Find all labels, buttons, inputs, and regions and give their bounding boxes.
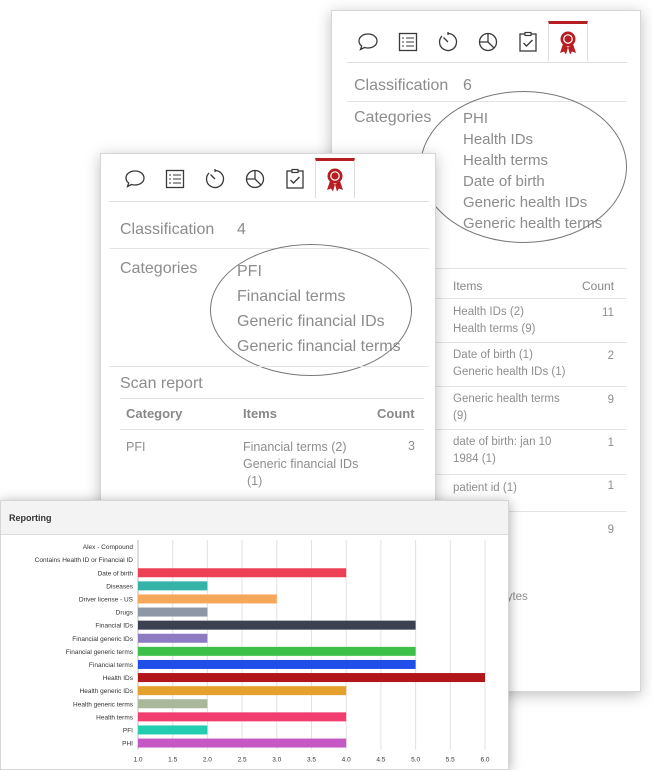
- bar: [138, 686, 347, 696]
- front-classification-panel: Classification 4 Categories PFI Financia…: [100, 153, 436, 515]
- bar: [138, 712, 347, 722]
- x-tick-label: 3.0: [272, 757, 281, 764]
- y-tick-label: PFI: [123, 727, 133, 734]
- y-tick-label: Alex - Compound: [83, 544, 134, 551]
- y-tick-label: Drugs: [116, 610, 134, 617]
- reporting-title: Reporting: [9, 513, 52, 523]
- comment-icon: [124, 169, 146, 189]
- y-tick-label: Contains Health ID or Financial ID: [35, 557, 134, 564]
- bar-chart: 1.0 1.5 2.0 2.5 3.0 3.5 4.0 4.5 5.0 5.5 6.0 Alex - …: [35, 540, 490, 764]
- items-header: Items: [243, 406, 277, 421]
- pie-chart-icon: [244, 168, 266, 190]
- bar: [138, 646, 416, 656]
- reporting-panel: Reporting 1.0 1.5 2.0 2.5 3.0 3.5 4.0 4.5 5.0 5.5…: [0, 500, 509, 770]
- y-tick-label: PHI: [122, 741, 133, 748]
- bar: [138, 594, 277, 604]
- tab-comment[interactable]: [115, 160, 155, 198]
- x-tick-label: 5.0: [411, 757, 420, 764]
- y-tick-label: Health generic IDs: [80, 688, 134, 695]
- back-tab-bar: [348, 21, 588, 61]
- classification-value: 4: [237, 221, 246, 238]
- bar: [138, 633, 208, 643]
- y-tick-label: Diseases: [106, 583, 133, 590]
- y-tick-label: Financial generic terms: [66, 649, 134, 656]
- bar: [138, 699, 208, 709]
- bar: [138, 568, 347, 578]
- reporting-header: [1, 501, 508, 535]
- y-tick-label: Financial terms: [89, 662, 134, 669]
- table-row: Health IDs (2) Health terms (9): [453, 306, 536, 335]
- bar: [138, 620, 416, 630]
- bar: [138, 725, 208, 735]
- y-tick-label: Financial generic IDs: [72, 636, 133, 643]
- timer-icon: [437, 31, 459, 53]
- x-tick-label: 2.0: [203, 757, 212, 764]
- award-ribbon-icon: [324, 167, 346, 193]
- x-tick-label: 4.5: [376, 757, 385, 764]
- items-header: Items: [453, 279, 483, 293]
- classification-label: Classification: [354, 77, 449, 94]
- x-tick-label: 6.0: [480, 757, 489, 764]
- list-icon: [165, 169, 185, 189]
- timer-icon: [204, 168, 226, 190]
- tab-clipboard-check[interactable]: [508, 23, 548, 61]
- bar: [138, 581, 208, 591]
- count-header: Count: [377, 406, 415, 421]
- categories-label: Categories: [120, 260, 198, 277]
- tab-comment[interactable]: [348, 23, 388, 61]
- table-row: Generic health terms (9): [453, 393, 560, 422]
- scan-report-label: Scan report: [120, 375, 203, 392]
- highlight-ellipse: [420, 91, 627, 243]
- classification-label: Classification: [120, 221, 215, 238]
- x-tick-label: 5.5: [446, 757, 455, 764]
- bar: [138, 607, 208, 617]
- tab-clipboard-check[interactable]: [275, 160, 315, 198]
- classification-value: 6: [463, 77, 472, 94]
- y-tick-label: Date of birth: [98, 570, 134, 577]
- x-tick-label: 1.0: [133, 757, 142, 764]
- tab-award-ribbon[interactable]: [315, 158, 355, 198]
- x-tick-label: 3.5: [307, 757, 316, 764]
- table-row: patient id (1): [453, 482, 517, 494]
- table-cell-category: PFI: [126, 440, 146, 454]
- y-tick-label: Financial IDs: [95, 623, 133, 630]
- clipboard-check-icon: [518, 31, 538, 53]
- bar: [138, 738, 347, 748]
- list-icon: [398, 32, 418, 52]
- x-tick-label: 1.5: [168, 757, 177, 764]
- y-tick-label: Health IDs: [103, 675, 134, 682]
- tab-pie-chart[interactable]: [235, 160, 275, 198]
- bar: [138, 659, 416, 669]
- clipboard-check-icon: [285, 168, 305, 190]
- comment-icon: [357, 32, 379, 52]
- tab-award-ribbon[interactable]: [548, 21, 588, 61]
- tab-pie-chart[interactable]: [468, 23, 508, 61]
- highlight-ellipse: [210, 244, 412, 376]
- y-tick-label: Health terms: [96, 714, 134, 721]
- x-tick-label: 4.0: [342, 757, 351, 764]
- table-cell-items: Financial terms (2) Generic financial ID…: [243, 440, 359, 488]
- table-row: date of birth: jan 10 1984 (1): [453, 436, 552, 465]
- count-header: Count: [582, 279, 615, 293]
- pie-chart-icon: [477, 31, 499, 53]
- categories-label: Categories: [354, 109, 432, 126]
- bar: [138, 673, 485, 683]
- tab-timer[interactable]: [428, 23, 468, 61]
- x-tick-label: 2.5: [238, 757, 247, 764]
- front-tab-bar: [115, 158, 355, 198]
- award-ribbon-icon: [557, 30, 579, 56]
- category-header: Category: [126, 406, 183, 421]
- table-cell-count: 3: [408, 439, 415, 453]
- y-tick-label: Driver license - US: [79, 596, 134, 603]
- table-row: Date of birth (1) Generic health IDs (1): [453, 349, 566, 378]
- tab-list[interactable]: [388, 23, 428, 61]
- tab-list[interactable]: [155, 160, 195, 198]
- y-tick-label: Health generic terms: [73, 701, 134, 708]
- tab-timer[interactable]: [195, 160, 235, 198]
